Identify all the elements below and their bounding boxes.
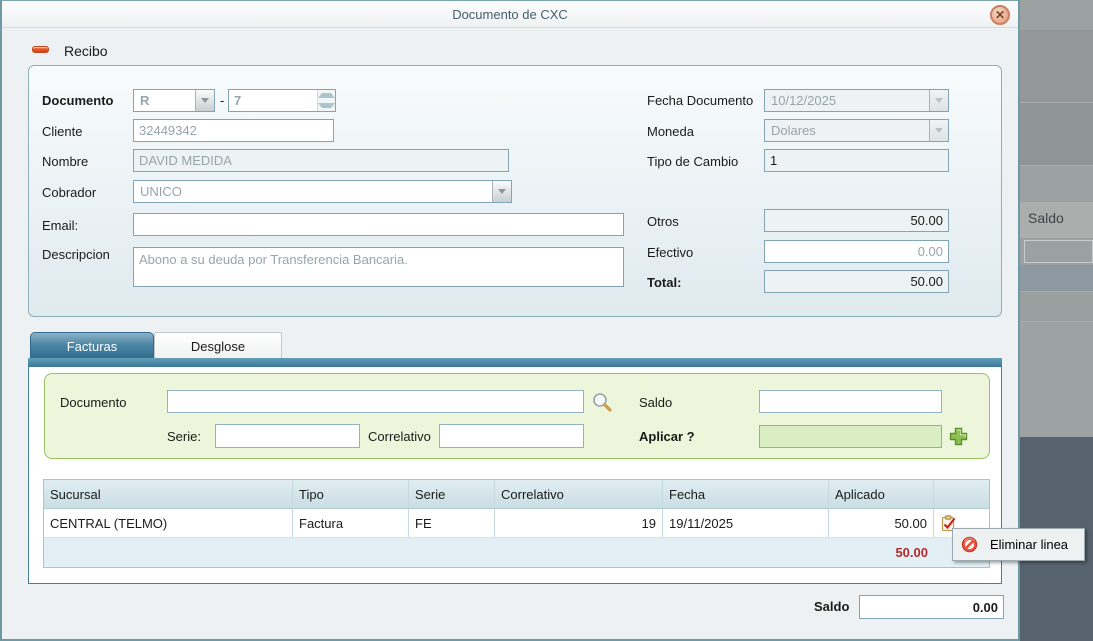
aplicar-label: Aplicar ? xyxy=(639,429,695,444)
footer-saldo-input[interactable] xyxy=(859,595,1004,619)
cell-aplicado: 50.00 xyxy=(829,509,934,538)
cell-tipo: Factura xyxy=(293,509,409,538)
aplicar-input[interactable] xyxy=(759,425,942,448)
close-icon[interactable]: ✕ xyxy=(990,5,1010,25)
cliente-input[interactable] xyxy=(133,119,334,142)
cobrador-label: Cobrador xyxy=(42,185,96,200)
menu-item-label: Eliminar linea xyxy=(990,537,1068,552)
search-serie-input[interactable] xyxy=(215,424,360,448)
col-aplicado[interactable]: Aplicado xyxy=(829,480,934,509)
bg-band xyxy=(1020,103,1093,166)
col-serie[interactable]: Serie xyxy=(409,480,495,509)
documento-prefix-dropdown-icon[interactable] xyxy=(195,90,214,111)
cell-serie: FE xyxy=(409,509,495,538)
bg-saldo-header-label: Saldo xyxy=(1020,202,1093,226)
total-label: Total: xyxy=(647,275,681,290)
col-fecha[interactable]: Fecha xyxy=(663,480,829,509)
dialog-titlebar[interactable]: Documento de CXC ✕ xyxy=(2,1,1018,28)
fecha-dropdown-icon[interactable] xyxy=(929,90,948,111)
documento-prefix-value: R xyxy=(140,93,192,108)
menu-item-eliminar-linea[interactable]: Eliminar linea xyxy=(953,536,1084,553)
tipo-cambio-label: Tipo de Cambio xyxy=(647,154,738,169)
table-header-row: Sucursal Tipo Serie Correlativo Fecha Ap… xyxy=(44,480,989,509)
search-saldo-input[interactable] xyxy=(759,390,942,413)
documento-label: Documento xyxy=(42,93,114,108)
tab-strip-bar xyxy=(28,358,1002,367)
cell-sucursal: CENTRAL (TELMO) xyxy=(44,509,293,538)
section-title: Recibo xyxy=(64,43,108,59)
tipo-cambio-input[interactable] xyxy=(764,149,949,172)
cell-fecha: 19/11/2025 xyxy=(663,509,829,538)
search-serie-label: Serie: xyxy=(167,429,201,444)
invoices-table: Sucursal Tipo Serie Correlativo Fecha Ap… xyxy=(43,479,990,568)
bg-cell-box xyxy=(1024,240,1093,263)
col-sucursal[interactable]: Sucursal xyxy=(44,480,293,509)
bg-column-header-saldo: Saldo xyxy=(1020,202,1093,238)
documento-prefix-select[interactable]: R xyxy=(133,89,215,112)
tab-facturas[interactable]: Facturas xyxy=(30,332,154,359)
moneda-select[interactable]: Dolares xyxy=(764,119,949,142)
dialog-title: Documento de CXC xyxy=(2,7,1018,22)
total-input[interactable] xyxy=(764,270,949,293)
table-row[interactable]: CENTRAL (TELMO) Factura FE 19 19/11/2025… xyxy=(44,509,989,538)
nombre-label: Nombre xyxy=(42,154,88,169)
search-correlativo-label: Correlativo xyxy=(368,429,431,444)
search-documento-input[interactable] xyxy=(167,390,584,413)
tab-facturas-label: Facturas xyxy=(67,339,118,354)
bg-band xyxy=(1020,30,1093,103)
nombre-input[interactable] xyxy=(133,149,509,172)
bg-band xyxy=(1020,322,1093,437)
fecha-documento-label: Fecha Documento xyxy=(647,93,753,108)
fecha-documento-value: 10/12/2025 xyxy=(771,93,926,108)
context-menu: Eliminar linea xyxy=(952,528,1085,561)
add-line-icon[interactable] xyxy=(948,426,969,447)
efectivo-input[interactable] xyxy=(764,240,949,263)
descripcion-textarea[interactable]: Abono a su deuda por Transferencia Banca… xyxy=(133,247,624,287)
aplicado-total: 50.00 xyxy=(829,538,934,567)
delete-forbidden-icon xyxy=(961,536,978,553)
spinner-up-icon[interactable] xyxy=(318,90,335,101)
search-saldo-label: Saldo xyxy=(639,395,672,410)
search-icon[interactable] xyxy=(591,391,613,413)
cliente-label: Cliente xyxy=(42,124,82,139)
footer-saldo-label: Saldo xyxy=(814,599,849,614)
spinner-down-icon[interactable] xyxy=(318,101,335,112)
table-footer-row: 50.00 xyxy=(44,538,989,567)
recibo-dash-icon xyxy=(32,46,49,53)
otros-input[interactable] xyxy=(764,209,949,232)
bg-band xyxy=(1020,166,1093,202)
dialog-documento-cxc: Documento de CXC ✕ Recibo Documento Clie… xyxy=(0,0,1020,641)
moneda-label: Moneda xyxy=(647,124,694,139)
bg-band xyxy=(1020,292,1093,322)
tab-desglose-label: Desglose xyxy=(191,339,245,354)
moneda-value: Dolares xyxy=(771,123,926,138)
search-documento-label: Documento xyxy=(60,395,126,410)
screen: Saldo Documento de CXC ✕ Recibo Document… xyxy=(0,0,1093,641)
cobrador-dropdown-icon[interactable] xyxy=(492,181,511,202)
col-tipo[interactable]: Tipo xyxy=(293,480,409,509)
tab-desglose[interactable]: Desglose xyxy=(154,332,282,359)
cobrador-select[interactable]: UNICO xyxy=(133,180,512,203)
col-correlativo[interactable]: Correlativo xyxy=(495,480,663,509)
cobrador-value: UNICO xyxy=(140,184,489,199)
cell-correlativo: 19 xyxy=(495,509,663,538)
search-correlativo-input[interactable] xyxy=(439,424,584,448)
efectivo-label: Efectivo xyxy=(647,245,693,260)
documento-number-spinner[interactable] xyxy=(317,90,335,111)
descripcion-label: Descripcion xyxy=(42,247,110,262)
email-input[interactable] xyxy=(133,213,624,236)
documento-separator: - xyxy=(220,93,224,108)
bg-band xyxy=(1020,265,1093,292)
otros-label: Otros xyxy=(647,214,679,229)
fecha-documento-select[interactable]: 10/12/2025 xyxy=(764,89,949,112)
col-actions xyxy=(934,480,989,509)
email-label: Email: xyxy=(42,218,78,233)
bg-band xyxy=(1020,0,1093,30)
moneda-dropdown-icon[interactable] xyxy=(929,120,948,141)
